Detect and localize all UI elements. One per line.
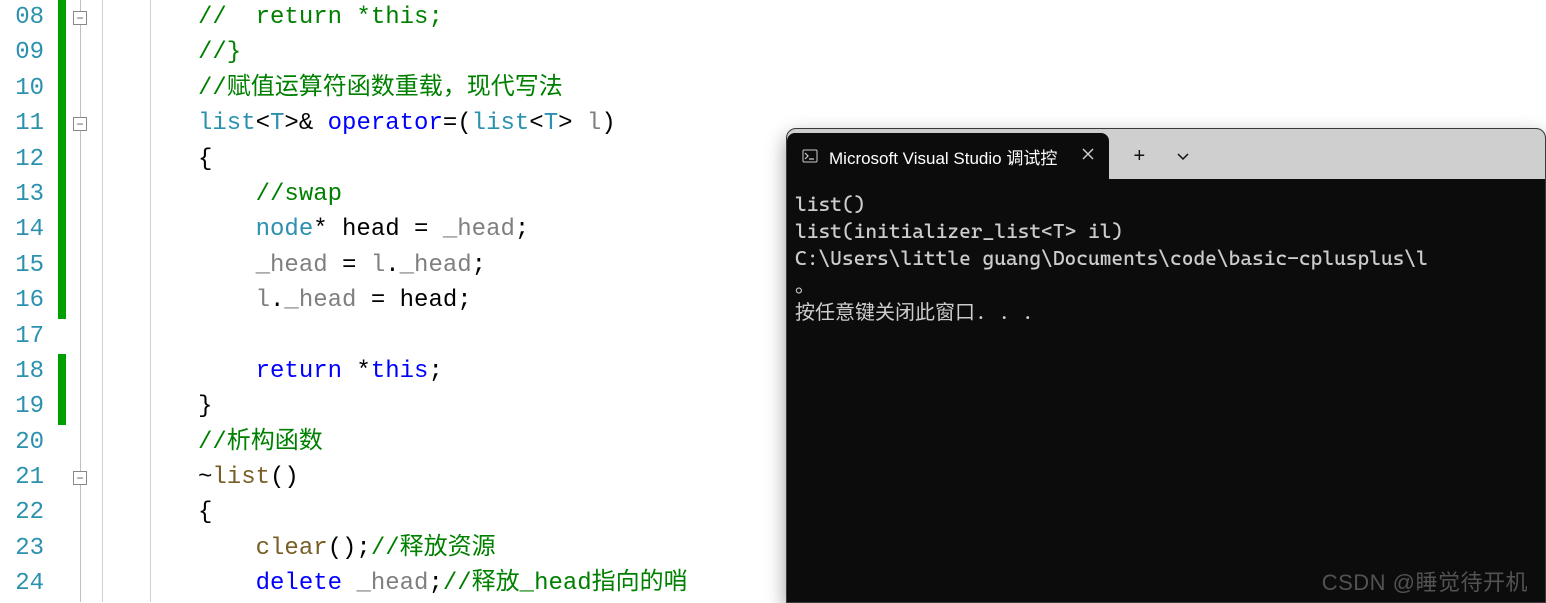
terminal-output[interactable]: list()list(initializer_list<T> il)C:\Use… [787,179,1545,602]
tab-dropdown-button[interactable] [1163,136,1203,176]
terminal-icon [801,147,819,165]
terminal-tab-active[interactable]: Microsoft Visual Studio 调试控 [787,133,1109,179]
fold-gutter [66,319,94,354]
fold-gutter [66,495,94,530]
change-indicator [58,495,66,530]
terminal-output-line: list() [795,191,1537,218]
line-number: 22 [0,495,48,530]
line-number: 11 [0,106,48,141]
fold-gutter[interactable]: − [66,0,94,35]
code-text: //} [198,35,1546,70]
line-number: 09 [0,35,48,70]
fold-gutter [66,177,94,212]
terminal-window: Microsoft Visual Studio 调试控 + list()list… [786,128,1546,603]
code-text: // return *this; [198,0,1546,35]
terminal-output-line: C:\Users\little guang\Documents\code\bas… [795,245,1537,272]
change-indicator [58,531,66,566]
change-indicator [58,248,66,283]
line-number: 15 [0,248,48,283]
change-indicator [58,389,66,424]
line-number: 14 [0,212,48,247]
change-indicator [58,354,66,389]
change-indicator [58,106,66,141]
line-number: 12 [0,142,48,177]
close-icon[interactable] [1081,146,1095,166]
line-number: 24 [0,566,48,601]
change-indicator [58,71,66,106]
code-text: //赋值运算符函数重载，现代写法 [198,71,1546,106]
fold-gutter [66,425,94,460]
fold-gutter [66,142,94,177]
fold-gutter [66,71,94,106]
change-indicator [58,460,66,495]
fold-gutter [66,35,94,70]
change-indicator [58,35,66,70]
change-indicator [58,283,66,318]
line-number: 08 [0,0,48,35]
line-number: 17 [0,319,48,354]
line-number: 10 [0,71,48,106]
terminal-output-line: 按任意键关闭此窗口. . . [795,299,1537,326]
line-number: 19 [0,389,48,424]
line-number: 18 [0,354,48,389]
line-number: 16 [0,283,48,318]
fold-toggle-icon[interactable]: − [73,471,87,485]
fold-gutter [66,283,94,318]
change-indicator [58,425,66,460]
change-indicator [58,212,66,247]
fold-gutter [66,354,94,389]
fold-gutter[interactable]: − [66,460,94,495]
line-number: 13 [0,177,48,212]
fold-gutter[interactable]: − [66,106,94,141]
change-indicator [58,142,66,177]
fold-gutter [66,212,94,247]
fold-gutter [66,566,94,601]
fold-gutter [66,389,94,424]
terminal-tab-title: Microsoft Visual Studio 调试控 [829,144,1057,169]
line-number: 20 [0,425,48,460]
chevron-down-icon [1175,148,1191,164]
line-number: 21 [0,460,48,495]
change-indicator [58,0,66,35]
terminal-output-line: 。 [795,272,1537,299]
fold-toggle-icon[interactable]: − [73,117,87,131]
code-line[interactable]: 08 − // return *this; [0,0,1546,35]
fold-toggle-icon[interactable]: − [73,11,87,25]
terminal-tab-actions: + [1119,133,1203,179]
code-line[interactable]: 10 //赋值运算符函数重载，现代写法 [0,71,1546,106]
change-indicator [58,177,66,212]
terminal-tabbar: Microsoft Visual Studio 调试控 + [787,129,1545,179]
terminal-output-line: list(initializer_list<T> il) [795,218,1537,245]
change-indicator [58,566,66,601]
change-indicator [58,319,66,354]
fold-gutter [66,531,94,566]
new-tab-button[interactable]: + [1119,136,1159,176]
fold-gutter [66,248,94,283]
line-number: 23 [0,531,48,566]
code-line[interactable]: 09 //} [0,35,1546,70]
